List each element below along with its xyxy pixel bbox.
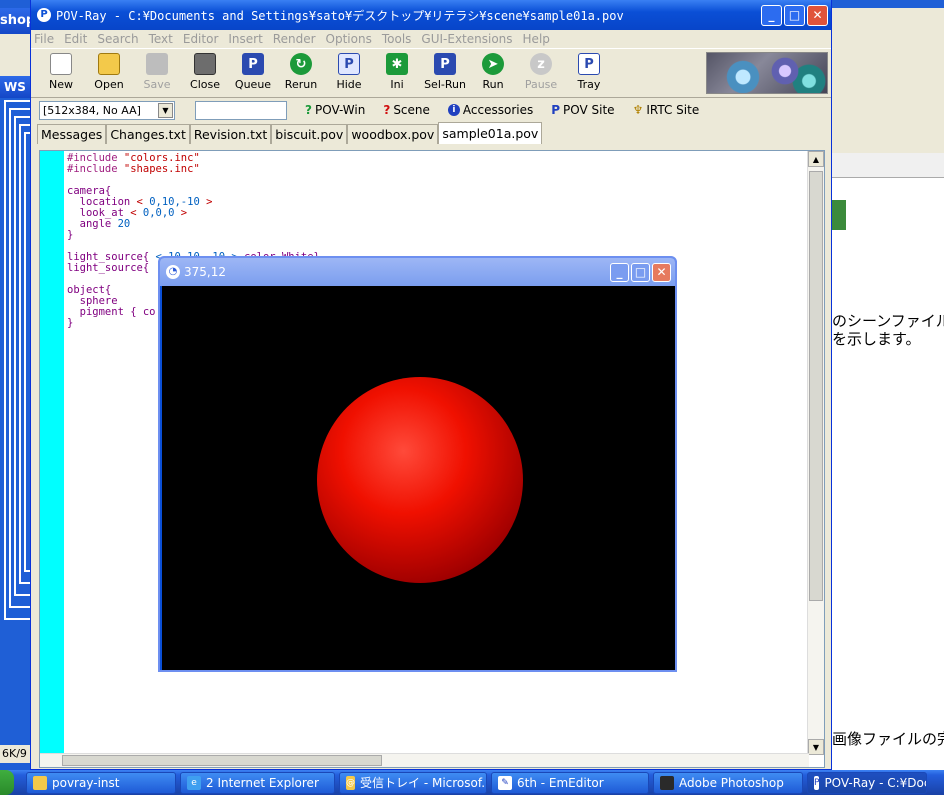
link-pov-win[interactable]: ? POV-Win bbox=[305, 103, 365, 117]
tab-changes[interactable]: Changes.txt bbox=[106, 124, 190, 144]
open-button[interactable]: Open bbox=[85, 49, 133, 97]
ini-button[interactable]: ✱ Ini bbox=[373, 49, 421, 97]
hide-icon: P bbox=[338, 53, 360, 75]
render-settings-bar: [512x384, No AA] ▼ ? POV-Win ? Scene i Acce… bbox=[31, 98, 831, 122]
file-tabs: Messages Changes.txt Revision.txt biscui… bbox=[31, 122, 831, 144]
taskbar-item-povray[interactable]: P POV-Ray - C:¥Doc bbox=[807, 771, 927, 794]
render-window-icon[interactable]: ◔ bbox=[166, 265, 180, 279]
outlook-icon: @ bbox=[346, 775, 355, 790]
tab-woodbox[interactable]: woodbox.pov bbox=[347, 124, 439, 144]
menu-help[interactable]: Help bbox=[523, 32, 550, 46]
main-toolbar: New Open Save Close P Queue ↻ Rerun P Hi… bbox=[31, 48, 831, 98]
menu-gui-extensions[interactable]: GUI-Extensions bbox=[421, 32, 512, 46]
emeditor-icon: ✎ bbox=[498, 775, 512, 790]
povray-banner-image bbox=[706, 52, 828, 94]
menu-insert[interactable]: Insert bbox=[228, 32, 262, 46]
background-text-2: を示します。 bbox=[832, 330, 921, 348]
sel-run-icon: P bbox=[434, 53, 456, 75]
close-file-button[interactable]: Close bbox=[181, 49, 229, 97]
menu-text[interactable]: Text bbox=[149, 32, 173, 46]
menu-editor[interactable]: Editor bbox=[183, 32, 219, 46]
taskbar-item-internet-explorer[interactable]: e2 Internet Explorer bbox=[180, 771, 335, 794]
menu-bar: File Edit Search Text Editor Insert Rend… bbox=[31, 30, 831, 48]
queue-button[interactable]: P Queue bbox=[229, 49, 277, 97]
taskbar-item-povray-inst[interactable]: povray-inst bbox=[26, 771, 176, 794]
maximize-button[interactable]: □ bbox=[784, 4, 805, 26]
close-file-icon bbox=[194, 53, 216, 75]
tray-button[interactable]: P Tray bbox=[565, 49, 613, 97]
rerun-button[interactable]: ↻ Rerun bbox=[277, 49, 325, 97]
link-pov-site[interactable]: P POV Site bbox=[551, 103, 614, 117]
minimize-button[interactable]: _ bbox=[761, 4, 782, 26]
link-irtc-site[interactable]: ♆ IRTC Site bbox=[633, 103, 700, 117]
help-icon: ? bbox=[383, 103, 391, 117]
scroll-up-icon[interactable]: ▲ bbox=[808, 151, 824, 167]
trophy-icon: ♆ bbox=[632, 103, 644, 117]
menu-tools[interactable]: Tools bbox=[382, 32, 412, 46]
render-window-title: 375,12 bbox=[184, 265, 226, 279]
queue-icon: P bbox=[242, 53, 264, 75]
scroll-thumb[interactable] bbox=[809, 171, 823, 601]
hide-button[interactable]: P Hide bbox=[325, 49, 373, 97]
menu-search[interactable]: Search bbox=[97, 32, 138, 46]
tab-sample01a[interactable]: sample01a.pov bbox=[438, 122, 543, 144]
rendered-red-sphere bbox=[317, 377, 523, 583]
render-title-bar[interactable]: ◔ 375,12 _ □ ✕ bbox=[160, 258, 675, 286]
save-button[interactable]: Save bbox=[133, 49, 181, 97]
run-icon: ➤ bbox=[482, 53, 504, 75]
pov-icon: P bbox=[551, 103, 561, 117]
background-window-right: のシーンファイル を示します。 画像ファイルの完 bbox=[832, 0, 944, 770]
horizontal-scrollbar[interactable] bbox=[40, 753, 809, 767]
menu-edit[interactable]: Edit bbox=[64, 32, 87, 46]
ini-icon: ✱ bbox=[386, 53, 408, 75]
menu-render[interactable]: Render bbox=[273, 32, 316, 46]
photoshop-icon bbox=[660, 775, 674, 790]
taskbar: povray-inst e2 Internet Explorer @ 受信トレイ … bbox=[0, 770, 944, 795]
open-icon bbox=[98, 53, 120, 75]
ie-icon: e bbox=[187, 775, 201, 790]
menu-options[interactable]: Options bbox=[326, 32, 372, 46]
editor-gutter bbox=[40, 151, 64, 755]
taskbar-item-emeditor[interactable]: ✎ 6th - EmEditor bbox=[491, 771, 649, 794]
tab-biscuit[interactable]: biscuit.pov bbox=[271, 124, 348, 144]
link-accessories[interactable]: i Accessories bbox=[447, 103, 533, 117]
render-window: ◔ 375,12 _ □ ✕ bbox=[158, 256, 677, 672]
render-canvas bbox=[162, 286, 675, 670]
pause-button[interactable]: z Pause bbox=[517, 49, 565, 97]
scroll-down-icon[interactable]: ▼ bbox=[808, 739, 824, 755]
rerun-icon: ↻ bbox=[290, 53, 312, 75]
new-button[interactable]: New bbox=[37, 49, 85, 97]
link-scene[interactable]: ? Scene bbox=[383, 103, 430, 117]
render-minimize-button[interactable]: _ bbox=[610, 262, 629, 282]
tab-revision[interactable]: Revision.txt bbox=[189, 124, 272, 144]
info-icon: i bbox=[447, 104, 460, 116]
resolution-select[interactable]: [512x384, No AA] ▼ bbox=[39, 100, 175, 120]
taskbar-item-photoshop[interactable]: Adobe Photoshop bbox=[653, 771, 803, 794]
tab-messages[interactable]: Messages bbox=[37, 124, 107, 144]
render-close-button[interactable]: ✕ bbox=[652, 262, 671, 282]
run-button[interactable]: ➤ Run bbox=[469, 49, 517, 97]
pause-icon: z bbox=[530, 53, 552, 75]
taskbar-item-outlook[interactable]: @ 受信トレイ - Microsof... bbox=[339, 771, 487, 794]
tray-icon: P bbox=[578, 53, 600, 75]
close-button[interactable]: ✕ bbox=[807, 4, 828, 26]
command-line-input[interactable] bbox=[195, 100, 287, 120]
vertical-scrollbar[interactable]: ▲ ▼ bbox=[807, 151, 824, 755]
hscroll-thumb[interactable] bbox=[62, 755, 382, 766]
new-icon bbox=[50, 53, 72, 75]
start-button[interactable] bbox=[0, 770, 14, 795]
render-maximize-button[interactable]: □ bbox=[631, 262, 650, 282]
chevron-down-icon[interactable]: ▼ bbox=[158, 102, 173, 118]
help-icon: ? bbox=[305, 103, 312, 117]
window-title: POV-Ray - C:¥Documents and Settings¥sato… bbox=[56, 8, 624, 23]
save-icon bbox=[146, 53, 168, 75]
main-title-bar[interactable]: P POV-Ray - C:¥Documents and Settings¥sa… bbox=[31, 0, 831, 30]
menu-file[interactable]: File bbox=[34, 32, 54, 46]
folder-icon bbox=[33, 775, 47, 790]
background-text-3: 画像ファイルの完 bbox=[832, 730, 944, 748]
povray-app-icon[interactable]: P bbox=[37, 8, 51, 22]
povray-icon: P bbox=[814, 775, 820, 790]
sel-run-button[interactable]: P Sel-Run bbox=[421, 49, 469, 97]
